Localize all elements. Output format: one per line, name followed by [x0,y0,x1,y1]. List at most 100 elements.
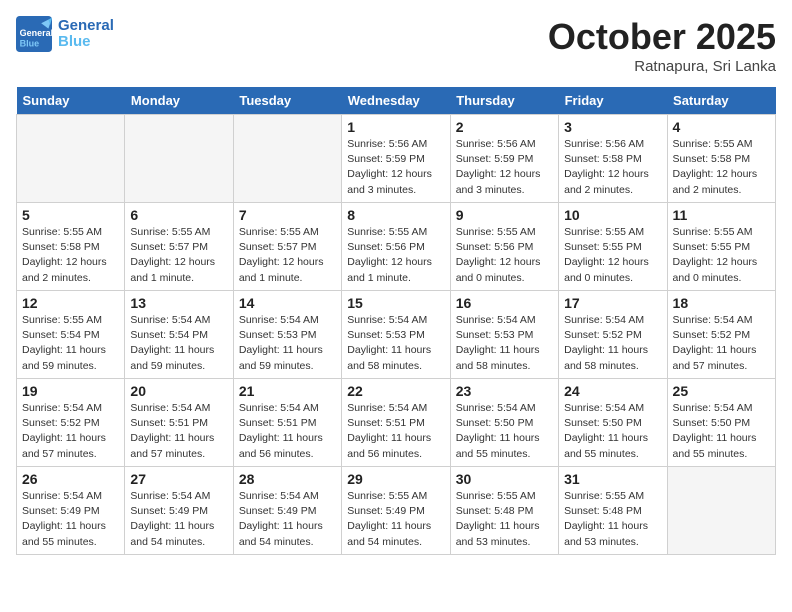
day-info: Sunrise: 5:54 AM Sunset: 5:51 PM Dayligh… [347,401,444,462]
day-info: Sunrise: 5:55 AM Sunset: 5:57 PM Dayligh… [130,225,227,286]
calendar-cell: 6 Sunrise: 5:55 AM Sunset: 5:57 PM Daylig… [125,203,233,291]
calendar-cell: 24Sunrise: 5:54 AM Sunset: 5:50 PM Dayli… [559,379,667,467]
calendar-cell: 30Sunrise: 5:55 AM Sunset: 5:48 PM Dayli… [450,467,558,555]
day-info: Sunrise: 5:55 AM Sunset: 5:54 PM Dayligh… [22,313,119,374]
calendar-cell [125,115,233,203]
calendar-cell: 29 Sunrise: 5:55 AM Sunset: 5:49 PM Dayli… [342,467,450,555]
calendar-cell: 23 Sunrise: 5:54 AM Sunset: 5:50 PM Dayli… [450,379,558,467]
week-row-1: 1Sunrise: 5:56 AM Sunset: 5:59 PM Daylig… [17,115,776,203]
day-info: Sunrise: 5:55 AM Sunset: 5:56 PM Dayligh… [347,225,444,286]
calendar-cell: 31Sunrise: 5:55 AM Sunset: 5:48 PM Dayli… [559,467,667,555]
day-number: 10 [564,207,661,223]
day-number: 31 [564,471,661,487]
day-number: 20 [130,383,227,399]
day-info: Sunrise: 5:54 AM Sunset: 5:50 PM Dayligh… [564,401,661,462]
day-info: Sunrise: 5:56 AM Sunset: 5:58 PM Dayligh… [564,137,661,198]
day-info: Sunrise: 5:54 AM Sunset: 5:50 PM Dayligh… [673,401,770,462]
day-number: 4 [673,119,770,135]
day-number: 25 [673,383,770,399]
day-info: Sunrise: 5:55 AM Sunset: 5:57 PM Dayligh… [239,225,336,286]
calendar-cell: 25 Sunrise: 5:54 AM Sunset: 5:50 PM Dayli… [667,379,775,467]
day-info: Sunrise: 5:55 AM Sunset: 5:56 PM Dayligh… [456,225,553,286]
svg-text:General: General [20,28,52,38]
calendar-cell: 4 Sunrise: 5:55 AM Sunset: 5:58 PM Daylig… [667,115,775,203]
day-info: Sunrise: 5:54 AM Sunset: 5:50 PM Dayligh… [456,401,553,462]
day-number: 9 [456,207,553,223]
day-info: Sunrise: 5:55 AM Sunset: 5:58 PM Dayligh… [673,137,770,198]
location-title: Ratnapura, Sri Lanka [548,58,776,75]
calendar-cell [17,115,125,203]
day-number: 13 [130,295,227,311]
page-header: General Blue General Blue October 2025 R… [16,16,776,75]
day-info: Sunrise: 5:54 AM Sunset: 5:49 PM Dayligh… [239,489,336,550]
day-number: 23 [456,383,553,399]
day-info: Sunrise: 5:54 AM Sunset: 5:52 PM Dayligh… [673,313,770,374]
day-info: Sunrise: 5:54 AM Sunset: 5:53 PM Dayligh… [456,313,553,374]
calendar-cell: 13 Sunrise: 5:54 AM Sunset: 5:54 PM Dayli… [125,291,233,379]
day-number: 11 [673,207,770,223]
calendar-cell: 19Sunrise: 5:54 AM Sunset: 5:52 PM Dayli… [17,379,125,467]
calendar-cell: 12 Sunrise: 5:55 AM Sunset: 5:54 PM Dayli… [17,291,125,379]
day-number: 6 [130,207,227,223]
svg-text:Blue: Blue [20,39,40,49]
day-number: 15 [347,295,444,311]
calendar-cell: 18 Sunrise: 5:54 AM Sunset: 5:52 PM Dayli… [667,291,775,379]
week-row-5: 26 Sunrise: 5:54 AM Sunset: 5:49 PM Dayli… [17,467,776,555]
day-info: Sunrise: 5:55 AM Sunset: 5:55 PM Dayligh… [673,225,770,286]
day-number: 3 [564,119,661,135]
day-info: Sunrise: 5:54 AM Sunset: 5:53 PM Dayligh… [239,313,336,374]
calendar-cell [667,467,775,555]
calendar-cell: 16 Sunrise: 5:54 AM Sunset: 5:53 PM Dayli… [450,291,558,379]
day-number: 27 [130,471,227,487]
day-info: Sunrise: 5:54 AM Sunset: 5:49 PM Dayligh… [130,489,227,550]
col-header-saturday: Saturday [667,87,775,115]
day-info: Sunrise: 5:55 AM Sunset: 5:49 PM Dayligh… [347,489,444,550]
day-info: Sunrise: 5:55 AM Sunset: 5:58 PM Dayligh… [22,225,119,286]
calendar-cell: 20 Sunrise: 5:54 AM Sunset: 5:51 PM Dayli… [125,379,233,467]
calendar-cell: 2Sunrise: 5:56 AM Sunset: 5:59 PM Daylig… [450,115,558,203]
day-number: 16 [456,295,553,311]
calendar-cell: 10 Sunrise: 5:55 AM Sunset: 5:55 PM Dayli… [559,203,667,291]
day-number: 22 [347,383,444,399]
day-info: Sunrise: 5:54 AM Sunset: 5:53 PM Dayligh… [347,313,444,374]
day-info: Sunrise: 5:54 AM Sunset: 5:54 PM Dayligh… [130,313,227,374]
day-number: 18 [673,295,770,311]
col-header-friday: Friday [559,87,667,115]
day-number: 26 [22,471,119,487]
day-info: Sunrise: 5:55 AM Sunset: 5:48 PM Dayligh… [456,489,553,550]
day-info: Sunrise: 5:54 AM Sunset: 5:52 PM Dayligh… [22,401,119,462]
title-block: October 2025 Ratnapura, Sri Lanka [548,16,776,75]
calendar-cell: 26 Sunrise: 5:54 AM Sunset: 5:49 PM Dayli… [17,467,125,555]
day-info: Sunrise: 5:54 AM Sunset: 5:49 PM Dayligh… [22,489,119,550]
col-header-sunday: Sunday [17,87,125,115]
calendar-cell: 9 Sunrise: 5:55 AM Sunset: 5:56 PM Daylig… [450,203,558,291]
calendar-cell: 17 Sunrise: 5:54 AM Sunset: 5:52 PM Dayli… [559,291,667,379]
calendar-cell: 7Sunrise: 5:55 AM Sunset: 5:57 PM Daylig… [233,203,341,291]
day-number: 12 [22,295,119,311]
day-number: 29 [347,471,444,487]
day-number: 17 [564,295,661,311]
day-info: Sunrise: 5:56 AM Sunset: 5:59 PM Dayligh… [347,137,444,198]
header-row: SundayMondayTuesdayWednesdayThursdayFrid… [17,87,776,115]
day-number: 8 [347,207,444,223]
calendar-cell: 1Sunrise: 5:56 AM Sunset: 5:59 PM Daylig… [342,115,450,203]
calendar-cell [233,115,341,203]
day-number: 5 [22,207,119,223]
day-info: Sunrise: 5:54 AM Sunset: 5:51 PM Dayligh… [239,401,336,462]
day-info: Sunrise: 5:54 AM Sunset: 5:51 PM Dayligh… [130,401,227,462]
col-header-tuesday: Tuesday [233,87,341,115]
day-info: Sunrise: 5:55 AM Sunset: 5:55 PM Dayligh… [564,225,661,286]
calendar-cell: 15 Sunrise: 5:54 AM Sunset: 5:53 PM Dayli… [342,291,450,379]
calendar-cell: 3 Sunrise: 5:56 AM Sunset: 5:58 PM Daylig… [559,115,667,203]
logo-blue: Blue [58,34,114,51]
col-header-wednesday: Wednesday [342,87,450,115]
calendar-cell: 21Sunrise: 5:54 AM Sunset: 5:51 PM Dayli… [233,379,341,467]
day-info: Sunrise: 5:54 AM Sunset: 5:52 PM Dayligh… [564,313,661,374]
month-title: October 2025 [548,16,776,58]
day-number: 28 [239,471,336,487]
week-row-2: 5 Sunrise: 5:55 AM Sunset: 5:58 PM Daylig… [17,203,776,291]
day-info: Sunrise: 5:56 AM Sunset: 5:59 PM Dayligh… [456,137,553,198]
calendar-cell: 28 Sunrise: 5:54 AM Sunset: 5:49 PM Dayli… [233,467,341,555]
col-header-thursday: Thursday [450,87,558,115]
logo-general: General [58,18,114,35]
